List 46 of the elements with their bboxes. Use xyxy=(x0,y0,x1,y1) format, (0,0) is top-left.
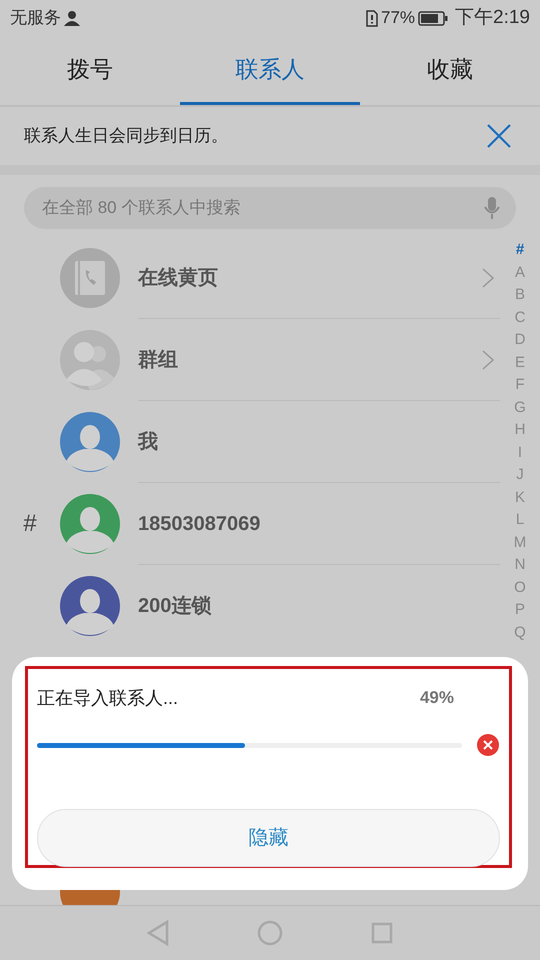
contact-name[interactable]: 群组 xyxy=(138,344,178,374)
contact-name[interactable]: 在线黄页 xyxy=(138,262,218,292)
contact-name[interactable]: 我 xyxy=(138,426,158,456)
index-letter[interactable]: D xyxy=(514,329,526,352)
index-letter[interactable]: G xyxy=(514,396,526,419)
index-letter[interactable]: # xyxy=(516,239,524,262)
index-letter[interactable]: E xyxy=(514,352,525,374)
index-letter[interactable]: K xyxy=(514,486,525,509)
progress-percent: 49% xyxy=(420,687,454,710)
search-field[interactable]: 在全部 80 个联系人中搜索 xyxy=(24,187,516,229)
back-icon[interactable] xyxy=(147,920,169,946)
index-letter[interactable]: P xyxy=(514,599,525,622)
index-letter[interactable]: M xyxy=(514,532,526,554)
index-letter[interactable]: A xyxy=(514,262,525,284)
contact-name[interactable]: 200连锁 xyxy=(138,591,212,621)
index-letter[interactable]: C xyxy=(514,306,526,329)
dialog-title: 正在导入联系人... xyxy=(37,686,178,710)
hide-button[interactable]: 隐藏 xyxy=(37,809,500,867)
index-letter[interactable]: L xyxy=(516,509,524,532)
chevron-right-icon xyxy=(482,350,494,370)
index-letter[interactable]: N xyxy=(514,554,526,576)
battery-percent: 77% xyxy=(380,7,416,30)
chevron-right-icon xyxy=(482,268,494,288)
index-letter[interactable]: H xyxy=(514,419,526,442)
battery-icon xyxy=(418,10,448,26)
section-letter: # xyxy=(22,509,38,539)
index-letter[interactable]: B xyxy=(514,284,525,306)
index-letter[interactable]: I xyxy=(518,442,522,464)
carrier-text: 无服务 xyxy=(10,7,61,30)
clock-text: 下午2:19 xyxy=(455,6,530,30)
recents-icon[interactable] xyxy=(371,922,393,944)
home-icon[interactable] xyxy=(257,920,283,946)
cancel-icon[interactable] xyxy=(476,733,500,757)
tab[interactable]: 拨号 xyxy=(0,36,180,105)
index-letter[interactable]: F xyxy=(515,374,525,396)
person-icon xyxy=(64,10,80,26)
tab[interactable]: 联系人 xyxy=(180,36,360,105)
banner-text: 联系人生日会同步到日历。 xyxy=(24,125,228,148)
contact-name[interactable]: 18503087069 xyxy=(138,508,260,538)
close-icon[interactable] xyxy=(486,123,512,149)
microphone-icon[interactable] xyxy=(484,196,500,220)
index-letter[interactable]: J xyxy=(516,464,524,486)
index-letter[interactable]: Q xyxy=(514,622,526,644)
index-letter[interactable]: O xyxy=(514,576,526,599)
tab[interactable]: 收藏 xyxy=(360,36,540,105)
sim-alert-icon xyxy=(366,10,378,26)
